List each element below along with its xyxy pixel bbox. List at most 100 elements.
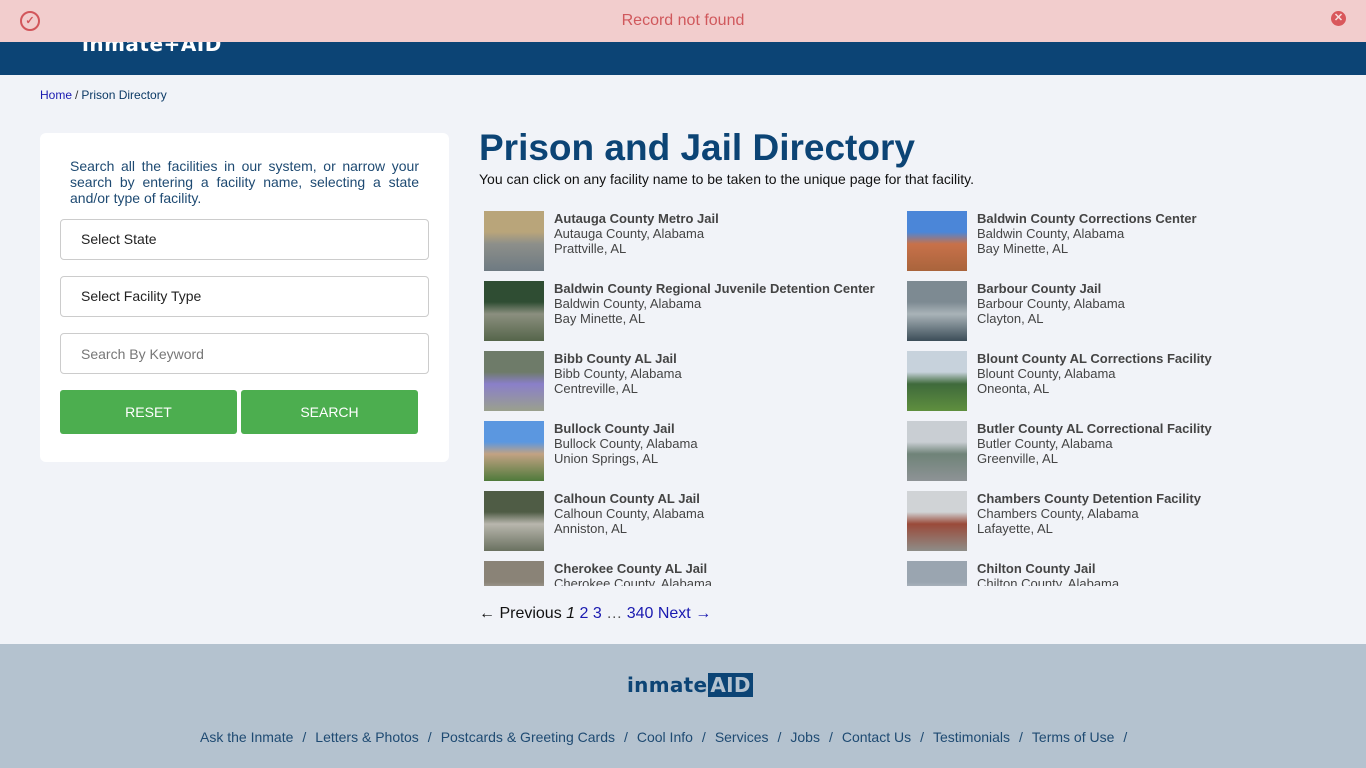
footer-logo[interactable]: inmate AID <box>627 673 753 701</box>
facility-city: Union Springs, AL <box>554 451 659 466</box>
facility-county: Blount County, Alabama <box>977 366 1116 381</box>
footer-link-separator: / <box>427 729 432 745</box>
breadcrumb-separator: / <box>75 88 79 102</box>
footer-link[interactable]: Testimonials <box>933 729 1010 745</box>
page-subtitle: You can click on any facility name to be… <box>479 171 974 187</box>
footer-link[interactable]: Ask the Inmate <box>200 729 293 745</box>
facility-type-select[interactable]: Select Facility Type <box>60 276 429 317</box>
facility-city: Lafayette, AL <box>977 521 1053 536</box>
footer-link[interactable]: Postcards & Greeting Cards <box>441 729 615 745</box>
facility-thumbnail[interactable] <box>907 491 967 551</box>
footer-link-separator: / <box>701 729 706 745</box>
footer-link-separator: / <box>828 729 833 745</box>
facility-county: Chilton County, Alabama <box>977 576 1120 586</box>
reset-button[interactable]: RESET <box>60 390 237 434</box>
search-button[interactable]: SEARCH <box>241 390 418 434</box>
facility-name-link[interactable]: Blount County AL Corrections Facility <box>977 351 1212 366</box>
pagination: ← Previous 1 2 3 … 340 Next → <box>479 605 711 623</box>
state-select[interactable]: Select State <box>60 219 429 260</box>
facility-info: Baldwin County Corrections Center Baldwin… <box>977 211 1197 256</box>
alert-banner: ✓ Record not found ✕ <box>0 0 1366 42</box>
facility-county: Butler County, Alabama <box>977 436 1113 451</box>
facility-city: Centreville, AL <box>554 381 638 396</box>
site-footer: inmate AID Ask the Inmate / Letters & Photo… <box>0 644 1366 768</box>
facility-county: Bibb County, Alabama <box>554 366 682 381</box>
footer-link-separator: / <box>623 729 628 745</box>
facility-thumbnail[interactable] <box>907 211 967 271</box>
facility-county: Baldwin County, Alabama <box>554 296 702 311</box>
breadcrumb: Home / Prison Directory <box>40 88 167 102</box>
facility-name-link[interactable]: Bibb County AL Jail <box>554 351 682 366</box>
facility-item: Blount County AL Corrections Facility Blo… <box>902 345 1322 411</box>
footer-link[interactable]: Cool Info <box>637 729 693 745</box>
pagination-page-3[interactable]: 3 <box>593 605 602 622</box>
facility-thumbnail[interactable] <box>484 561 544 586</box>
facility-city: Bay Minette, AL <box>977 241 1069 256</box>
facility-info: Blount County AL Corrections Facility Blo… <box>977 351 1212 396</box>
facility-item: Butler County AL Correctional Facility Bu… <box>902 415 1322 481</box>
alert-message: Record not found <box>621 12 745 29</box>
facility-county: Bullock County, Alabama <box>554 436 698 451</box>
facility-county: Autauga County, Alabama <box>554 226 705 241</box>
facility-name-link[interactable]: Bullock County Jail <box>554 421 698 436</box>
facility-thumbnail[interactable] <box>907 561 967 586</box>
facility-item: Chilton County Jail Chilton County, Alaba… <box>902 555 1322 586</box>
facility-name-link[interactable]: Cherokee County AL Jail <box>554 561 712 576</box>
facility-name-link[interactable]: Calhoun County AL Jail <box>554 491 704 506</box>
facility-city: Clayton, AL <box>977 311 1044 326</box>
facility-info: Bibb County AL Jail Bibb County, Alabama C… <box>554 351 682 396</box>
footer-link[interactable]: Jobs <box>790 729 820 745</box>
facility-county: Barbour County, Alabama <box>977 296 1125 311</box>
facility-thumbnail[interactable] <box>484 281 544 341</box>
footer-link[interactable]: Services <box>715 729 769 745</box>
facility-thumbnail[interactable] <box>907 281 967 341</box>
facility-city: Greenville, AL <box>977 451 1058 466</box>
pagination-next[interactable]: Next → <box>658 605 711 622</box>
footer-link-separator: / <box>777 729 782 745</box>
facility-thumbnail[interactable] <box>484 421 544 481</box>
facility-info: Barbour County Jail Barbour County, Alaba… <box>977 281 1125 326</box>
facility-info: Butler County AL Correctional Facility Bu… <box>977 421 1212 466</box>
facility-county: Chambers County, Alabama <box>977 506 1139 521</box>
footer-link-separator: / <box>1019 729 1023 745</box>
facility-county: Calhoun County, Alabama <box>554 506 705 521</box>
facility-county: Baldwin County, Alabama <box>977 226 1125 241</box>
footer-link[interactable]: Letters & Photos <box>315 729 419 745</box>
facility-name-link[interactable]: Baldwin County Regional Juvenile Detenti… <box>554 281 875 296</box>
facility-item: Chambers County Detention Facility Chambe… <box>902 485 1322 551</box>
footer-links: Ask the Inmate / Letters & Photos / Postcard… <box>200 729 1136 745</box>
facility-list[interactable]: Autauga County Metro Jail Autauga County,… <box>479 205 1339 586</box>
facility-thumbnail[interactable] <box>484 211 544 271</box>
facility-info: Autauga County Metro Jail Autauga County,… <box>554 211 719 256</box>
footer-link-separator: / <box>302 729 307 745</box>
facility-item: Barbour County Jail Barbour County, Alaba… <box>902 275 1322 341</box>
facility-thumbnail[interactable] <box>484 491 544 551</box>
footer-link[interactable]: Terms of Use <box>1032 729 1114 745</box>
facility-info: Chilton County Jail Chilton County, Alaba… <box>977 561 1119 586</box>
pagination-last-page[interactable]: 340 <box>627 605 654 622</box>
footer-link[interactable]: Contact Us <box>842 729 911 745</box>
facility-name-link[interactable]: Chilton County Jail <box>977 561 1119 576</box>
search-intro-text: Search all the facilities in our system,… <box>70 158 419 206</box>
facility-name-link[interactable]: Butler County AL Correctional Facility <box>977 421 1212 436</box>
facility-thumbnail[interactable] <box>484 351 544 411</box>
facility-info: Cherokee County AL Jail Cherokee County, … <box>554 561 712 586</box>
pagination-current-page: 1 <box>566 605 576 622</box>
facility-name-link[interactable]: Baldwin County Corrections Center <box>977 211 1197 226</box>
facility-name-link[interactable]: Autauga County Metro Jail <box>554 211 719 226</box>
facility-thumbnail[interactable] <box>907 351 967 411</box>
facility-name-link[interactable]: Barbour County Jail <box>977 281 1125 296</box>
close-icon[interactable]: ✕ <box>1331 11 1346 26</box>
facility-info: Bullock County Jail Bullock County, Alaba… <box>554 421 698 466</box>
facility-city: Prattville, AL <box>554 241 627 256</box>
facility-city: Bay Minette, AL <box>554 311 646 326</box>
pagination-page-2[interactable]: 2 <box>580 605 589 622</box>
facility-name-link[interactable]: Chambers County Detention Facility <box>977 491 1201 506</box>
pagination-ellipsis: … <box>606 605 623 622</box>
breadcrumb-home[interactable]: Home <box>40 88 72 102</box>
keyword-search-input[interactable] <box>60 333 429 374</box>
facility-item: Cherokee County AL Jail Cherokee County, … <box>479 555 899 586</box>
facility-thumbnail[interactable] <box>907 421 967 481</box>
facility-info: Calhoun County AL Jail Calhoun County, Al… <box>554 491 704 536</box>
pagination-previous: ← Previous <box>479 605 562 622</box>
